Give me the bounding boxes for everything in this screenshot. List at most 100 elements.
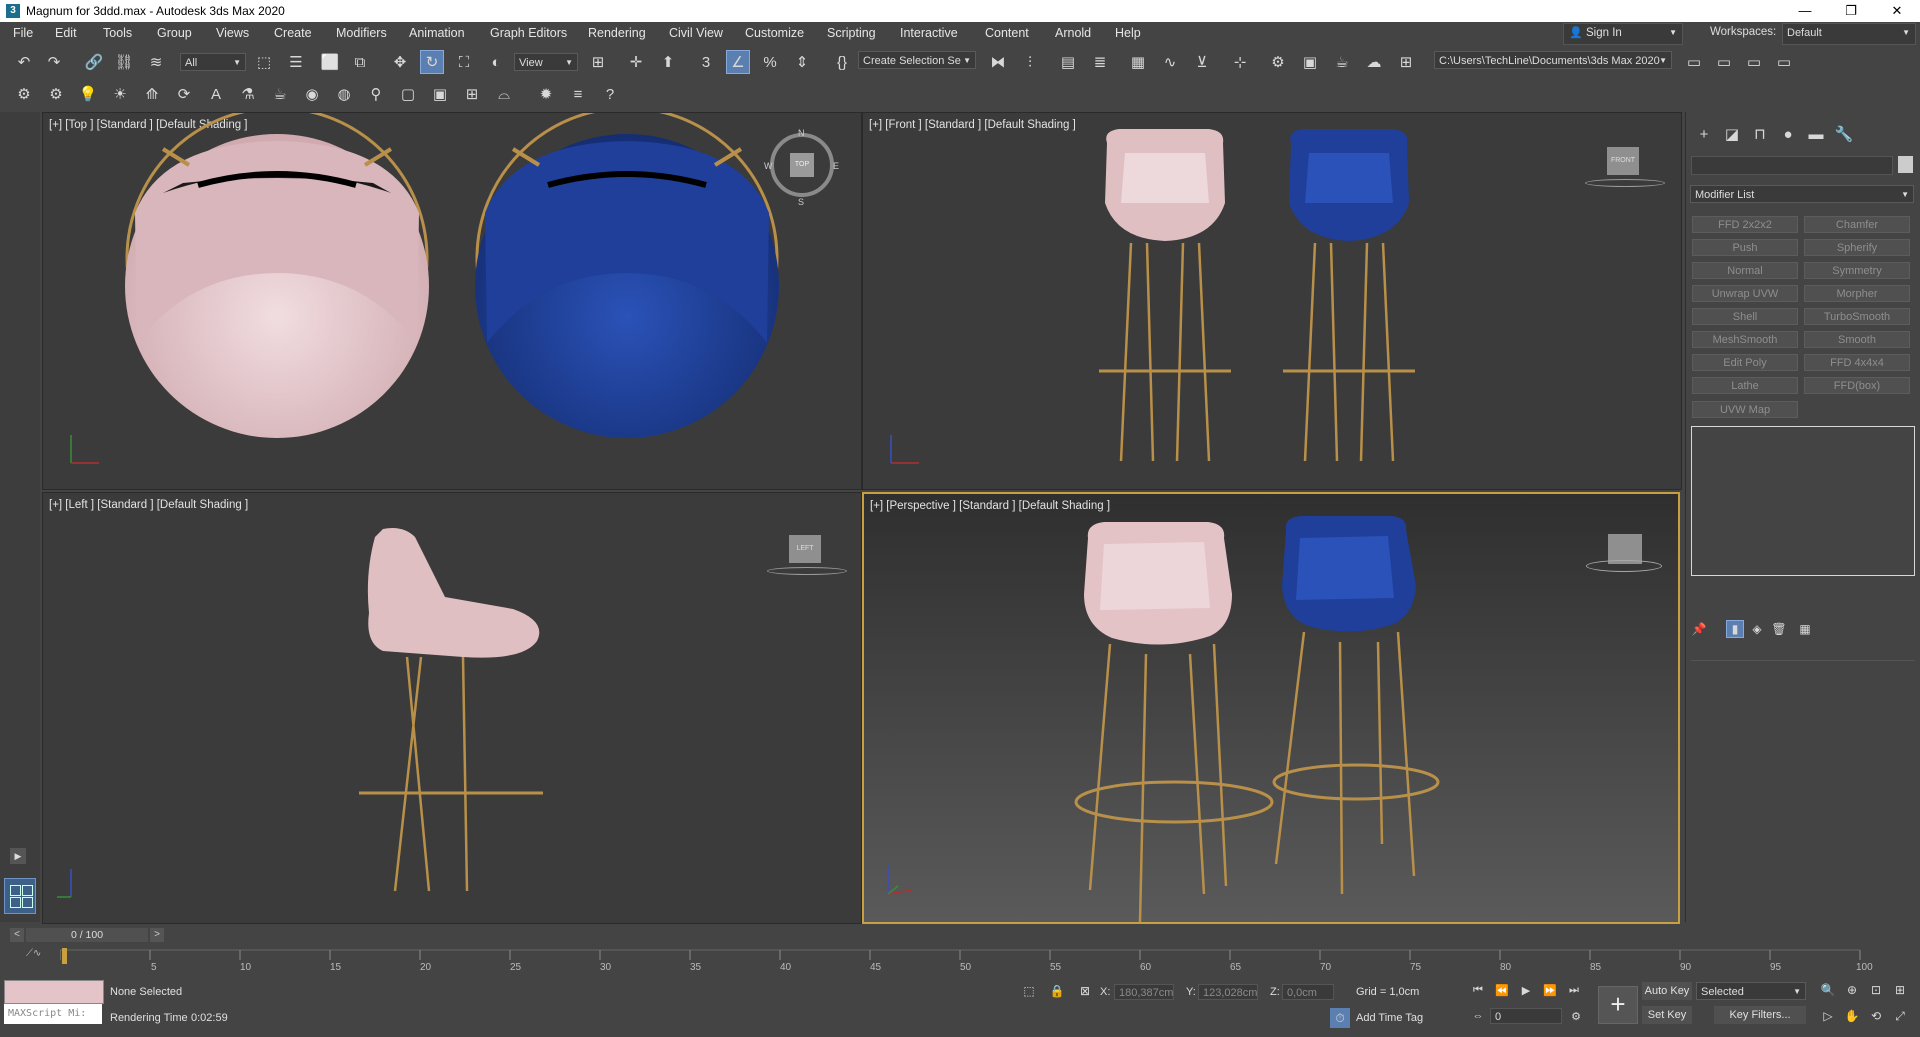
add-time-tag[interactable]: Add Time Tag bbox=[1356, 1012, 1423, 1024]
sun-icon[interactable]: ☀ bbox=[108, 82, 132, 106]
scene-explorer-icon[interactable]: ⚙ bbox=[12, 82, 36, 106]
minimize-button[interactable]: — bbox=[1782, 0, 1828, 22]
y-coordinate-field[interactable]: 123,028cm bbox=[1198, 984, 1258, 1000]
snaps-toggle-icon[interactable]: 3 bbox=[694, 50, 718, 74]
next-frame-icon[interactable]: > bbox=[150, 928, 164, 942]
go-to-start-icon[interactable]: ⏮ bbox=[1468, 980, 1488, 1000]
viewcube-face[interactable]: LEFT bbox=[789, 535, 821, 563]
place-icon[interactable]: ◐ bbox=[484, 50, 508, 74]
render-production-icon[interactable]: ☕ bbox=[1330, 50, 1354, 74]
render-shortcuts-icon[interactable]: ⊞ bbox=[1394, 50, 1418, 74]
modifier-button[interactable]: UVW Map bbox=[1692, 401, 1798, 418]
layer-explorer-icon[interactable]: ≣ bbox=[1088, 50, 1112, 74]
bulb-icon[interactable]: ⚲ bbox=[364, 82, 388, 106]
viewcube-ring[interactable] bbox=[767, 567, 847, 575]
curve-editor-mini-icon[interactable]: ⟋∿ bbox=[26, 948, 41, 959]
menu-civil-view[interactable]: Civil View bbox=[669, 26, 723, 40]
modifier-stack[interactable] bbox=[1691, 426, 1915, 576]
configure-modifier-sets-icon[interactable]: ▦ bbox=[1796, 620, 1814, 638]
scene-explorer-icon[interactable]: ▤ bbox=[1056, 50, 1080, 74]
modifier-button[interactable]: Normal bbox=[1692, 262, 1798, 279]
edit-named-selection-icon[interactable]: {} bbox=[830, 50, 854, 74]
menu-content[interactable]: Content bbox=[985, 26, 1029, 40]
menu-group[interactable]: Group bbox=[157, 26, 192, 40]
sign-in-dropdown[interactable]: 👤 Sign In ▼ bbox=[1563, 23, 1683, 45]
maximize-viewport-icon[interactable]: ⤢ bbox=[1890, 1006, 1910, 1026]
object-color-swatch[interactable] bbox=[1898, 156, 1913, 173]
go-to-end-icon[interactable]: ⏭ bbox=[1564, 980, 1584, 1000]
select-manipulate-icon[interactable]: ✛ bbox=[624, 50, 648, 74]
mirror-icon[interactable]: ⧓ bbox=[986, 50, 1010, 74]
link-icon[interactable]: 🔗 bbox=[82, 50, 106, 74]
menu-arnold[interactable]: Arnold bbox=[1055, 26, 1091, 40]
time-slider-handle[interactable]: 0 / 100 bbox=[26, 928, 148, 942]
rectangular-selection-icon[interactable]: ⬜ bbox=[318, 50, 342, 74]
menu-tools[interactable]: Tools bbox=[103, 26, 132, 40]
pivot-center-icon[interactable]: ⊞ bbox=[586, 50, 610, 74]
flask-icon[interactable]: ⚗ bbox=[236, 82, 260, 106]
menu-rendering[interactable]: Rendering bbox=[588, 26, 646, 40]
window-crossing-icon[interactable]: ⧉ bbox=[348, 50, 372, 74]
modifier-button[interactable]: FFD 4x4x4 bbox=[1804, 354, 1910, 371]
z-coordinate-field[interactable]: 0,0cm bbox=[1282, 984, 1334, 1000]
teapot-icon[interactable]: ☕ bbox=[268, 82, 292, 106]
maxscript-listener-pink[interactable] bbox=[4, 980, 104, 1004]
x-coordinate-field[interactable]: 180,387cm bbox=[1114, 984, 1174, 1000]
prev-key-icon[interactable]: ⏪ bbox=[1492, 980, 1512, 1000]
light-icon[interactable]: 💡 bbox=[76, 82, 100, 106]
viewport-layout-icon[interactable]: ▭ bbox=[1682, 50, 1706, 74]
play-icon[interactable]: ▶ bbox=[1516, 980, 1536, 1000]
remove-modifier-icon[interactable]: 🗑 bbox=[1770, 620, 1788, 638]
track-bar[interactable]: ⟋∿ 5 10 15 20 25 30 35 40 45 50 55 60 65… bbox=[0, 946, 1920, 976]
lock-selection-icon[interactable]: 🔒 bbox=[1048, 982, 1066, 1000]
text-icon[interactable]: A bbox=[204, 82, 228, 106]
menu-animation[interactable]: Animation bbox=[409, 26, 465, 40]
particle-icon[interactable]: ✹ bbox=[534, 82, 558, 106]
maximize-button[interactable]: ❐ bbox=[1828, 0, 1874, 22]
rotate-icon[interactable]: ↻ bbox=[420, 50, 444, 74]
align-icon[interactable]: ⫶ bbox=[1018, 50, 1042, 74]
maxscript-mini-listener[interactable]: MAXScript Mi: bbox=[4, 1004, 102, 1024]
frame-icon[interactable]: ▢ bbox=[396, 82, 420, 106]
prev-frame-icon[interactable]: < bbox=[10, 928, 24, 942]
rigging-icon[interactable]: ⚙ bbox=[44, 82, 68, 106]
bind-space-warp-icon[interactable]: ≋ bbox=[144, 50, 168, 74]
zoom-extents-icon[interactable]: ⊡ bbox=[1866, 980, 1886, 1000]
list-icon[interactable]: ≡ bbox=[566, 82, 590, 106]
create-tab-icon[interactable]: + bbox=[1692, 122, 1716, 146]
scale-icon[interactable]: ⛶ bbox=[452, 50, 476, 74]
modify-tab-icon[interactable]: ◪ bbox=[1720, 122, 1744, 146]
pin-stack-icon[interactable]: ▭ bbox=[1712, 50, 1736, 74]
viewport-left[interactable]: [+] [Left ] [Standard ] [Default Shading… bbox=[42, 492, 862, 924]
zoom-extents-all-icon[interactable]: ⊞ bbox=[1890, 980, 1910, 1000]
orbit-icon[interactable]: ⟲ bbox=[1866, 1006, 1886, 1026]
project-folder-dropdown[interactable]: C:\Users\TechLine\Documents\3ds Max 2020… bbox=[1434, 51, 1672, 69]
key-mode-dropdown[interactable]: Selected ▼ bbox=[1696, 982, 1806, 1000]
modifier-button[interactable]: MeshSmooth bbox=[1692, 331, 1798, 348]
pin-stack-icon[interactable]: 📌 bbox=[1690, 620, 1708, 638]
undo-icon[interactable]: ↶ bbox=[12, 50, 36, 74]
render-setup-icon[interactable]: ⚙ bbox=[1266, 50, 1290, 74]
menu-customize[interactable]: Customize bbox=[745, 26, 804, 40]
absolute-mode-icon[interactable]: ⊠ bbox=[1076, 982, 1094, 1000]
select-object-icon[interactable]: ⬚ bbox=[252, 50, 276, 74]
viewport-front[interactable]: [+] [Front ] [Standard ] [Default Shadin… bbox=[862, 112, 1682, 490]
angle-snap-icon[interactable]: ∠ bbox=[726, 50, 750, 74]
hierarchy-tab-icon[interactable]: ⊓ bbox=[1748, 122, 1772, 146]
render-in-cloud-icon[interactable]: ☁ bbox=[1362, 50, 1386, 74]
set-key-big-button[interactable]: + bbox=[1598, 986, 1638, 1024]
time-tag-icon[interactable]: ⏱ bbox=[1330, 1008, 1350, 1028]
play-arrow-icon[interactable]: ▶ bbox=[10, 848, 26, 864]
viewport-layout-tab[interactable] bbox=[4, 878, 36, 914]
viewcube-ring[interactable] bbox=[1586, 560, 1662, 572]
refresh-icon[interactable]: ⟳ bbox=[172, 82, 196, 106]
menu-create[interactable]: Create bbox=[274, 26, 312, 40]
menu-views[interactable]: Views bbox=[216, 26, 249, 40]
time-configuration-icon[interactable]: ⚙ bbox=[1566, 1006, 1586, 1026]
curve-editor-icon[interactable]: ∿ bbox=[1158, 50, 1182, 74]
unlink-icon[interactable]: ⛓ bbox=[112, 50, 136, 74]
menu-file[interactable]: File bbox=[13, 26, 33, 40]
help-icon[interactable]: ? bbox=[598, 82, 622, 106]
next-key-icon[interactable]: ⏩ bbox=[1540, 980, 1560, 1000]
set-key-button[interactable]: Set Key bbox=[1642, 1006, 1692, 1024]
